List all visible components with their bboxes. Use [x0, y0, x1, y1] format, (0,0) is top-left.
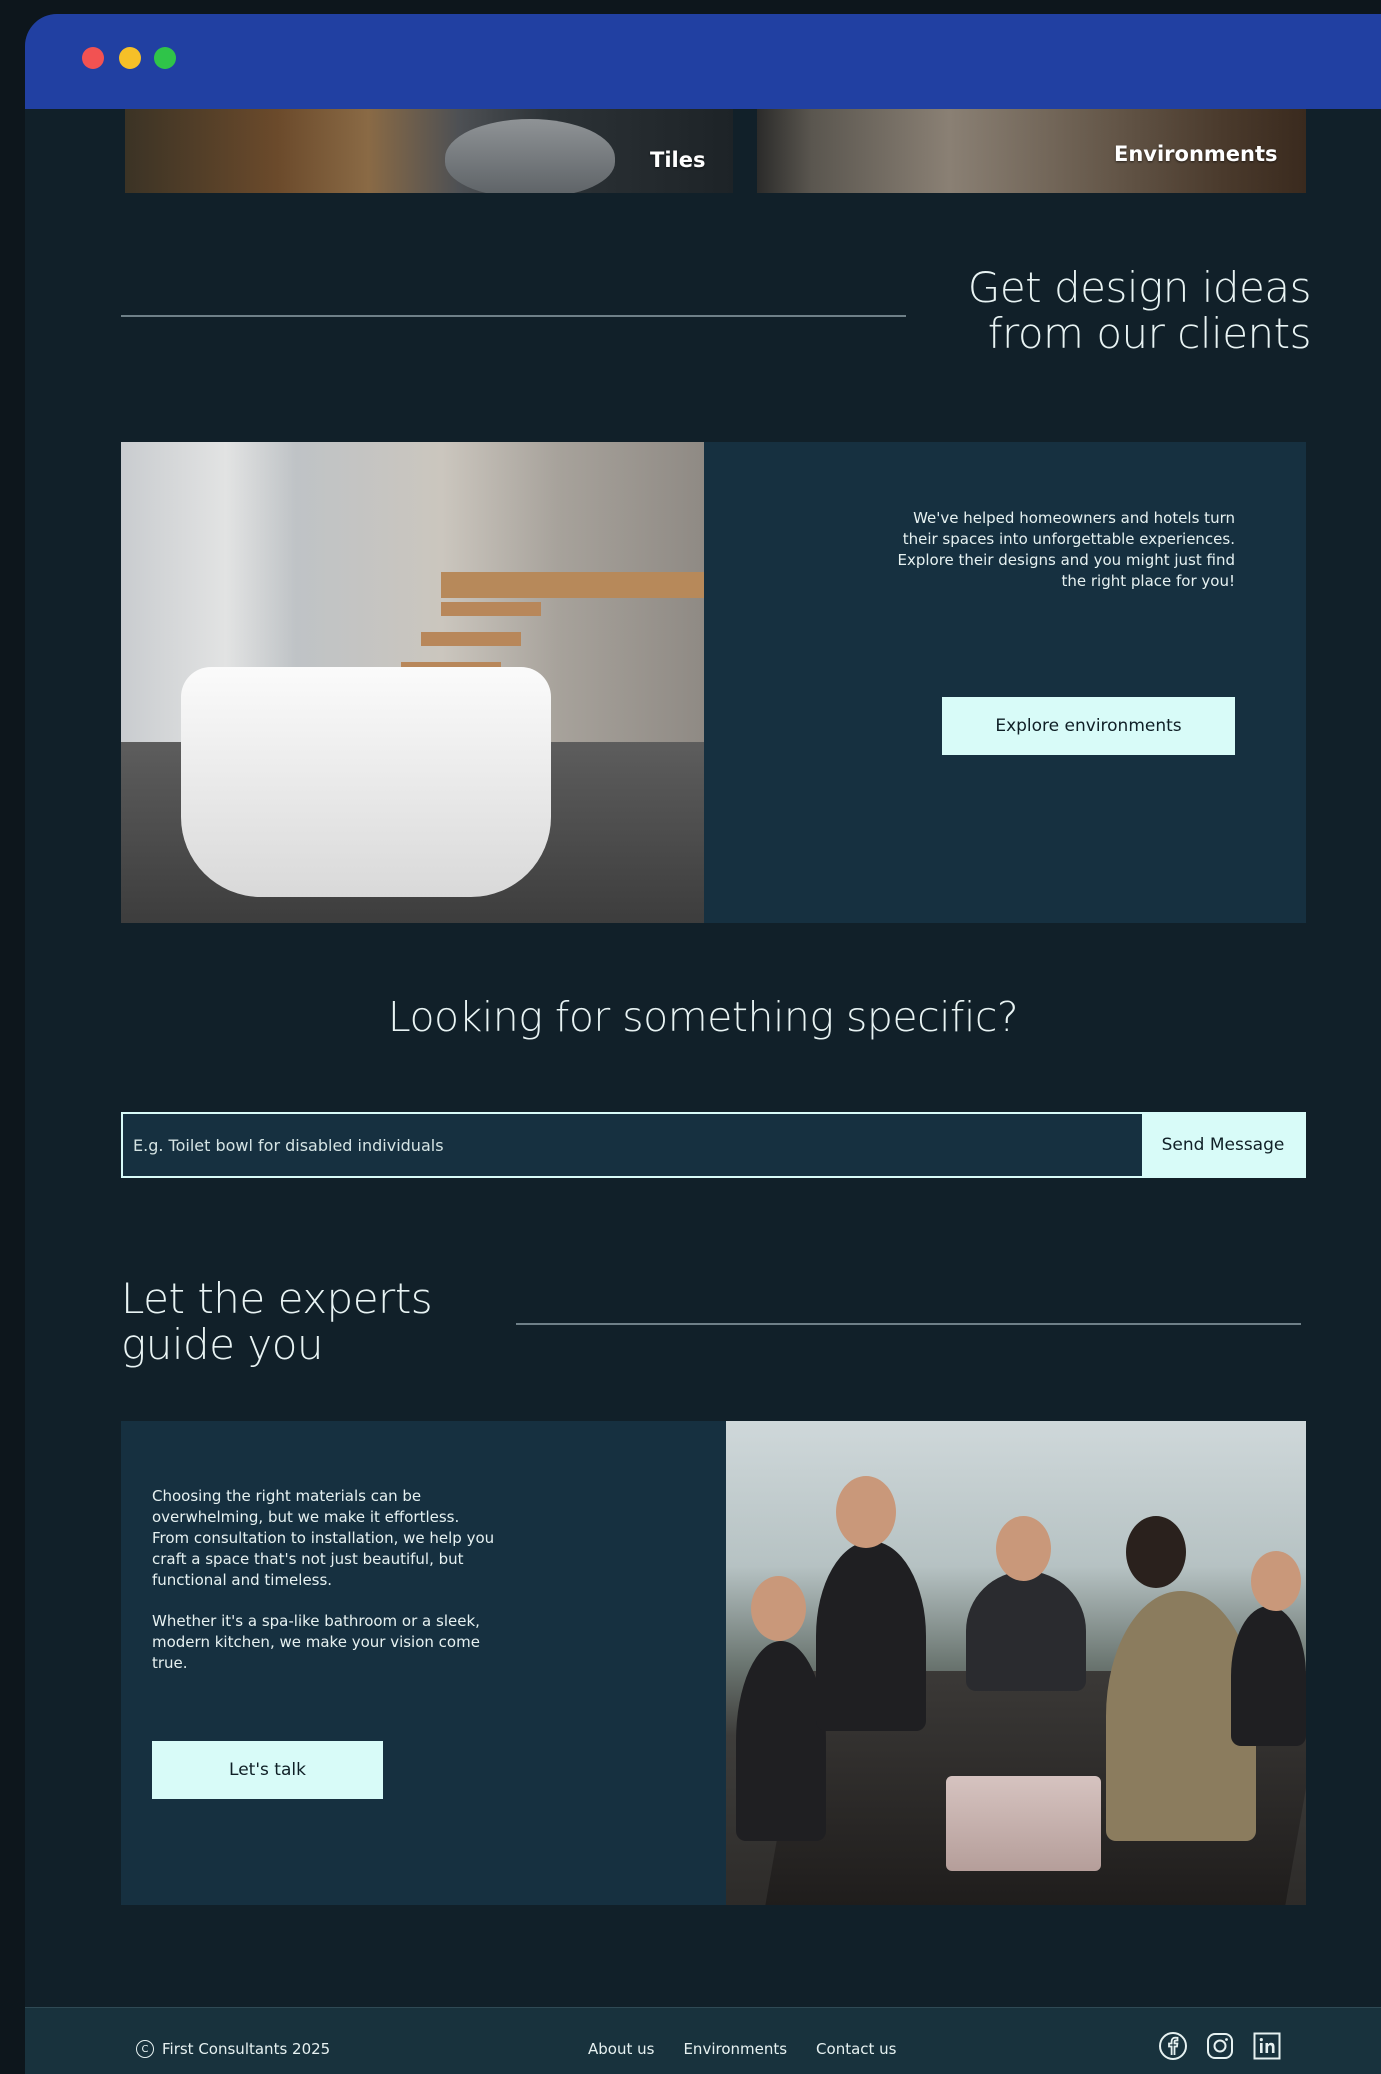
environments-category-card[interactable]: Environments — [757, 109, 1306, 193]
close-window-button[interactable] — [82, 47, 104, 69]
experts-paragraph-2: Whether it's a spa-like bathroom or a sl… — [152, 1612, 480, 1672]
bathtub-shape — [181, 667, 551, 897]
clients-section-title: Get design ideas from our clients — [967, 263, 1312, 358]
person-figure — [1231, 1606, 1306, 1746]
copyright-icon: C — [136, 2040, 154, 2058]
footer-link-environments[interactable]: Environments — [683, 2040, 787, 2058]
window-titlebar — [25, 14, 1381, 109]
search-section-title: Looking for something specific? — [387, 993, 1019, 1041]
experts-paragraph-1: Choosing the right materials can be over… — [152, 1487, 495, 1589]
social-links — [1158, 2031, 1282, 2061]
bathroom-image — [121, 442, 704, 923]
meeting-image — [726, 1421, 1306, 1905]
footer: C First Consultants 2025 About us Enviro… — [25, 2007, 1381, 2074]
person-figure — [966, 1571, 1086, 1691]
person-figure — [816, 1541, 926, 1731]
linkedin-icon[interactable] — [1252, 2031, 1282, 2061]
person-head — [1126, 1516, 1186, 1588]
experts-section-title: Let the experts guide you — [121, 1274, 433, 1369]
stair-step — [421, 632, 521, 646]
clients-title-line2: from our clients — [987, 309, 1312, 358]
lets-talk-button[interactable]: Let's talk — [152, 1741, 383, 1799]
facebook-icon[interactable] — [1158, 2031, 1188, 2061]
experts-title-line1: Let the experts — [121, 1274, 433, 1323]
person-head — [751, 1576, 806, 1641]
clients-title-line1: Get design ideas — [967, 263, 1312, 312]
section-divider — [121, 315, 906, 317]
copyright-text: First Consultants 2025 — [162, 2040, 331, 2058]
clients-description: We've helped homeowners and hotels turn … — [897, 509, 1235, 590]
experts-title-line2: guide you — [121, 1320, 324, 1369]
person-head — [1251, 1551, 1301, 1611]
maximize-window-button[interactable] — [154, 47, 176, 69]
footer-copyright: C First Consultants 2025 — [136, 2040, 330, 2058]
stair-step — [441, 602, 541, 616]
tiles-category-label: Tiles — [650, 148, 706, 172]
footer-link-contact-us[interactable]: Contact us — [816, 2040, 896, 2058]
section-divider — [516, 1323, 1301, 1325]
laptop — [946, 1776, 1101, 1871]
vanity-shelf — [441, 572, 704, 598]
person-head — [836, 1476, 896, 1548]
browser-window: Tiles Environments Get design ideas from… — [25, 14, 1381, 2074]
minimize-window-button[interactable] — [119, 47, 141, 69]
search-input[interactable] — [123, 1114, 1144, 1176]
instagram-icon[interactable] — [1205, 2031, 1235, 2061]
tiles-category-card[interactable]: Tiles — [125, 109, 733, 193]
person-head — [996, 1516, 1051, 1581]
search-form: Send Message — [121, 1112, 1306, 1178]
person-figure — [736, 1641, 826, 1841]
environments-category-label: Environments — [1114, 142, 1278, 166]
footer-link-about-us[interactable]: About us — [588, 2040, 654, 2058]
send-message-button[interactable]: Send Message — [1142, 1114, 1304, 1176]
explore-environments-button[interactable]: Explore environments — [942, 697, 1235, 755]
footer-nav: About us Environments Contact us — [588, 2040, 897, 2058]
stone-basin-image — [445, 119, 615, 193]
